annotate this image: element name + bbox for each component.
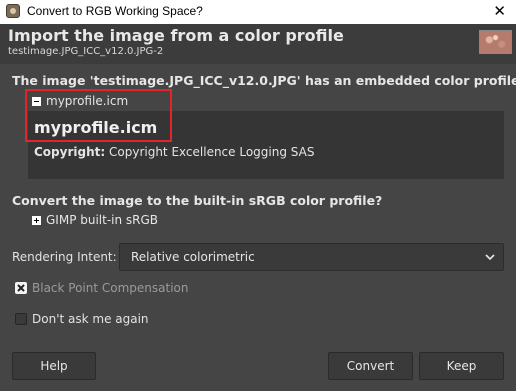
srgb-profile-expander[interactable]: GIMP built-in sRGB: [32, 213, 158, 227]
embedded-profile-heading: The image 'testimage.JPG_ICC_v12.0.JPG' …: [12, 73, 516, 88]
copyright-label: Copyright:: [34, 145, 106, 159]
help-button[interactable]: Help: [12, 352, 96, 380]
convert-button[interactable]: Convert: [328, 352, 413, 380]
convert-question: Convert the image to the built-in sRGB c…: [12, 193, 383, 208]
embedded-profile-expander[interactable]: myprofile.icm: [32, 94, 128, 108]
dont-ask-label: Don't ask me again: [32, 312, 149, 326]
copyright-line: Copyright: Copyright Excellence Logging …: [34, 145, 314, 159]
window-title: Convert to RGB Working Space?: [27, 4, 203, 18]
black-point-checkbox[interactable]: [15, 282, 27, 294]
image-name: testimage.JPG_ICC_v12.0.JPG-2: [8, 46, 164, 57]
dialog-title: Import the image from a color profile: [8, 26, 344, 45]
copyright-value: Copyright Excellence Logging SAS: [109, 145, 315, 159]
expander-label: GIMP built-in sRGB: [46, 213, 159, 227]
rendering-intent-label: Rendering Intent:: [12, 250, 117, 264]
check-mark-icon: [17, 284, 25, 292]
close-icon[interactable]: ✕: [493, 2, 506, 20]
rendering-intent-value: Relative colorimetric: [131, 250, 255, 264]
rendering-intent-select[interactable]: Relative colorimetric: [119, 243, 504, 271]
keep-button[interactable]: Keep: [419, 352, 504, 380]
black-point-label: Black Point Compensation: [32, 281, 189, 295]
chevron-down-icon: [485, 254, 495, 261]
title-bar: Convert to RGB Working Space? ✕: [0, 0, 516, 24]
image-thumbnail: [479, 30, 512, 54]
gimp-app-icon: [6, 4, 20, 18]
dont-ask-checkbox[interactable]: [15, 313, 27, 325]
profile-name: myprofile.icm: [34, 118, 158, 137]
expander-label: myprofile.icm: [46, 94, 129, 108]
collapse-icon: [32, 96, 41, 106]
expand-icon: [32, 215, 41, 225]
